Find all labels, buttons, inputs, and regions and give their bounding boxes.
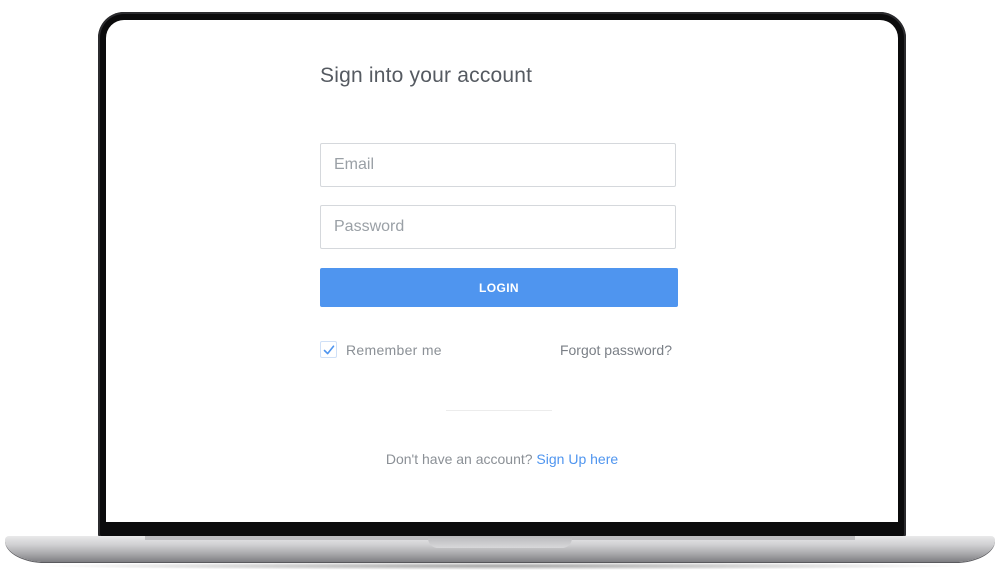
remember-me-checkbox[interactable] [320, 341, 337, 358]
laptop-shadow [30, 562, 970, 570]
check-icon [323, 344, 334, 354]
password-field[interactable] [320, 205, 676, 249]
remember-me-option[interactable]: Remember me [320, 341, 442, 358]
signup-prompt: Don't have an account? Sign Up here [106, 451, 898, 467]
login-button[interactable]: LOGIN [320, 268, 678, 307]
forgot-password-link[interactable]: Forgot password? [560, 342, 672, 358]
email-field[interactable] [320, 143, 676, 187]
login-screen: Sign into your account LOGIN Remember me… [106, 20, 898, 522]
laptop-mockup: Sign into your account LOGIN Remember me… [0, 0, 1000, 586]
divider [446, 410, 552, 411]
signup-link[interactable]: Sign Up here [536, 451, 618, 467]
remember-me-label: Remember me [346, 341, 442, 358]
signup-prompt-text: Don't have an account? [385, 451, 533, 467]
laptop-notch [428, 536, 572, 548]
laptop-lid: Sign into your account LOGIN Remember me… [98, 12, 906, 538]
page-title: Sign into your account [320, 64, 533, 87]
